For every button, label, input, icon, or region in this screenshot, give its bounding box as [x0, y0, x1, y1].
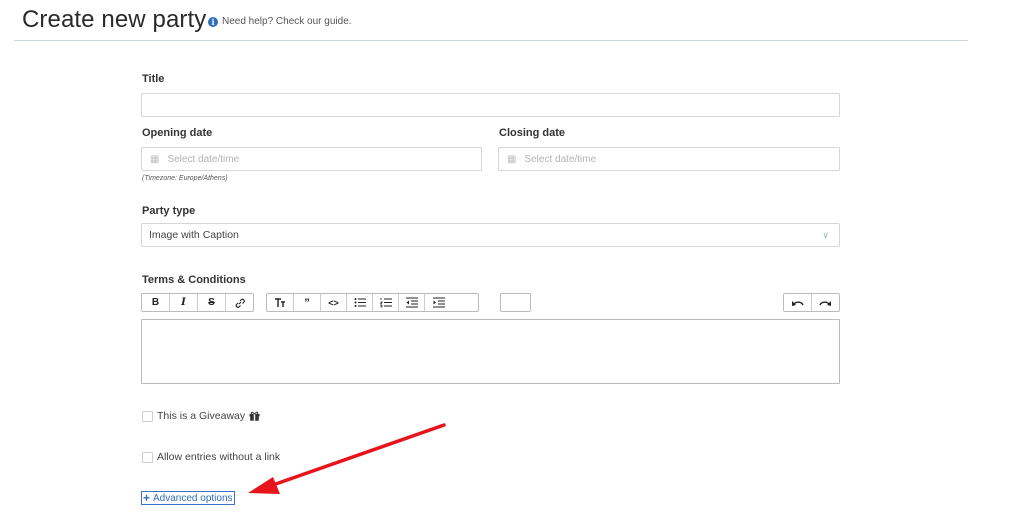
indent-icon — [432, 297, 445, 308]
info-icon: i — [208, 16, 218, 27]
link-icon — [235, 298, 245, 308]
title-divider — [14, 40, 968, 41]
giveaway-label: This is a Giveaway — [157, 410, 246, 422]
link-button[interactable] — [226, 294, 253, 311]
outdent-icon — [405, 297, 418, 308]
calendar-icon: ▦ — [507, 153, 517, 165]
strikethrough-button[interactable]: S — [198, 294, 226, 311]
opening-date-input[interactable]: ▦ Select date/time — [141, 147, 482, 171]
party-type-label: Party type — [142, 205, 196, 217]
title-input[interactable] — [141, 93, 840, 117]
bullet-list-button[interactable] — [347, 294, 373, 311]
party-type-value: Image with Caption — [149, 229, 239, 241]
redo-icon — [819, 300, 831, 306]
title-label: Title — [142, 73, 165, 85]
undo-button[interactable] — [784, 294, 812, 311]
plus-icon: + — [143, 491, 151, 505]
terms-editor[interactable] — [141, 319, 840, 384]
toolbar-block-group: ” <> — [266, 293, 479, 312]
bold-button[interactable]: B — [142, 294, 170, 311]
terms-label: Terms & Conditions — [142, 274, 246, 286]
indent-button[interactable] — [425, 294, 452, 311]
advanced-options-link[interactable]: + Advanced options — [141, 491, 235, 505]
advanced-options-label: Advanced options — [153, 492, 233, 504]
annotation-arrow — [248, 423, 446, 494]
undo-icon — [792, 300, 804, 306]
help-link-text[interactable]: Need help? Check our guide. — [222, 16, 352, 27]
closing-date-label: Closing date — [499, 127, 566, 139]
toolbar-format-group: B I S — [141, 293, 254, 312]
code-button[interactable]: <> — [321, 294, 347, 311]
toolbar-history-group — [783, 293, 840, 312]
calendar-icon: ▦ — [150, 153, 160, 165]
closing-date-input[interactable]: ▦ Select date/time — [498, 147, 840, 171]
outdent-button[interactable] — [399, 294, 425, 311]
heading-icon — [275, 298, 285, 307]
closing-date-placeholder: Select date/time — [524, 153, 597, 165]
ordered-list-button[interactable] — [373, 294, 399, 311]
party-type-select[interactable]: Image with Caption ∨ — [141, 223, 840, 247]
bullet-list-icon — [354, 298, 366, 307]
color-picker[interactable] — [500, 293, 531, 312]
italic-button[interactable]: I — [170, 294, 198, 311]
ordered-list-icon — [379, 298, 392, 308]
page-title: Create new party — [22, 6, 207, 33]
timezone-note: (Timezone: Europe/Athens) — [142, 175, 228, 182]
opening-date-placeholder: Select date/time — [167, 153, 240, 165]
help-link[interactable]: i Need help? Check our guide. — [208, 16, 352, 27]
opening-date-label: Opening date — [142, 127, 213, 139]
quote-button[interactable]: ” — [294, 294, 321, 311]
heading-button[interactable] — [267, 294, 294, 311]
redo-button[interactable] — [812, 294, 839, 311]
chevron-down-icon: ∨ — [822, 229, 829, 240]
allow-entries-checkbox[interactable] — [142, 451, 153, 463]
giveaway-checkbox[interactable] — [142, 410, 153, 422]
